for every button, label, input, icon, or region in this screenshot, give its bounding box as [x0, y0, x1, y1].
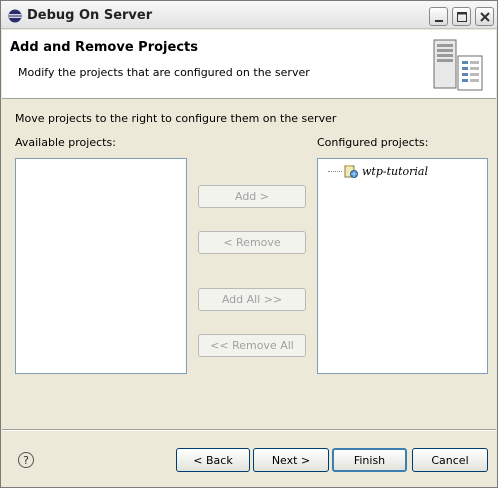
configured-projects-list[interactable]: wtp-tutorial: [317, 158, 488, 374]
web-project-icon: [344, 165, 358, 178]
title-bar[interactable]: Debug On Server: [1, 1, 497, 29]
maximize-button[interactable]: [452, 7, 471, 26]
remove-button[interactable]: < Remove: [198, 231, 306, 254]
close-button[interactable]: [475, 7, 494, 26]
page-description: Modify the projects that are configured …: [18, 66, 310, 79]
available-projects-list[interactable]: [15, 158, 187, 374]
server-wizard-icon: [433, 39, 483, 91]
minimize-button[interactable]: [429, 7, 448, 26]
next-button[interactable]: Next >: [253, 448, 329, 472]
available-projects-label: Available projects:: [15, 136, 116, 149]
configured-projects-label: Configured projects:: [317, 136, 429, 149]
close-icon: [480, 12, 490, 22]
footer-separator-highlight: [2, 430, 496, 431]
dialog-window: Debug On Server Add and Remove Projects …: [0, 0, 498, 488]
remove-all-button[interactable]: << Remove All: [198, 334, 306, 357]
maximize-icon: [457, 12, 467, 22]
minimize-icon: [435, 20, 443, 22]
tree-connector: [328, 170, 342, 172]
instruction-text: Move projects to the right to configure …: [15, 112, 337, 125]
page-title: Add and Remove Projects: [10, 40, 198, 55]
help-icon[interactable]: ?: [18, 452, 34, 468]
project-name: wtp-tutorial: [362, 164, 428, 178]
back-button[interactable]: < Back: [176, 448, 250, 472]
window-title: Debug On Server: [27, 8, 153, 23]
eclipse-icon: [8, 9, 22, 23]
help-glyph: ?: [23, 453, 29, 467]
wizard-banner: Add and Remove Projects Modify the proje…: [2, 30, 496, 99]
list-item[interactable]: wtp-tutorial: [328, 163, 428, 179]
add-button[interactable]: Add >: [198, 185, 306, 208]
add-all-button[interactable]: Add All >>: [198, 288, 306, 311]
finish-button[interactable]: Finish: [332, 448, 407, 472]
cancel-button[interactable]: Cancel: [412, 448, 488, 472]
